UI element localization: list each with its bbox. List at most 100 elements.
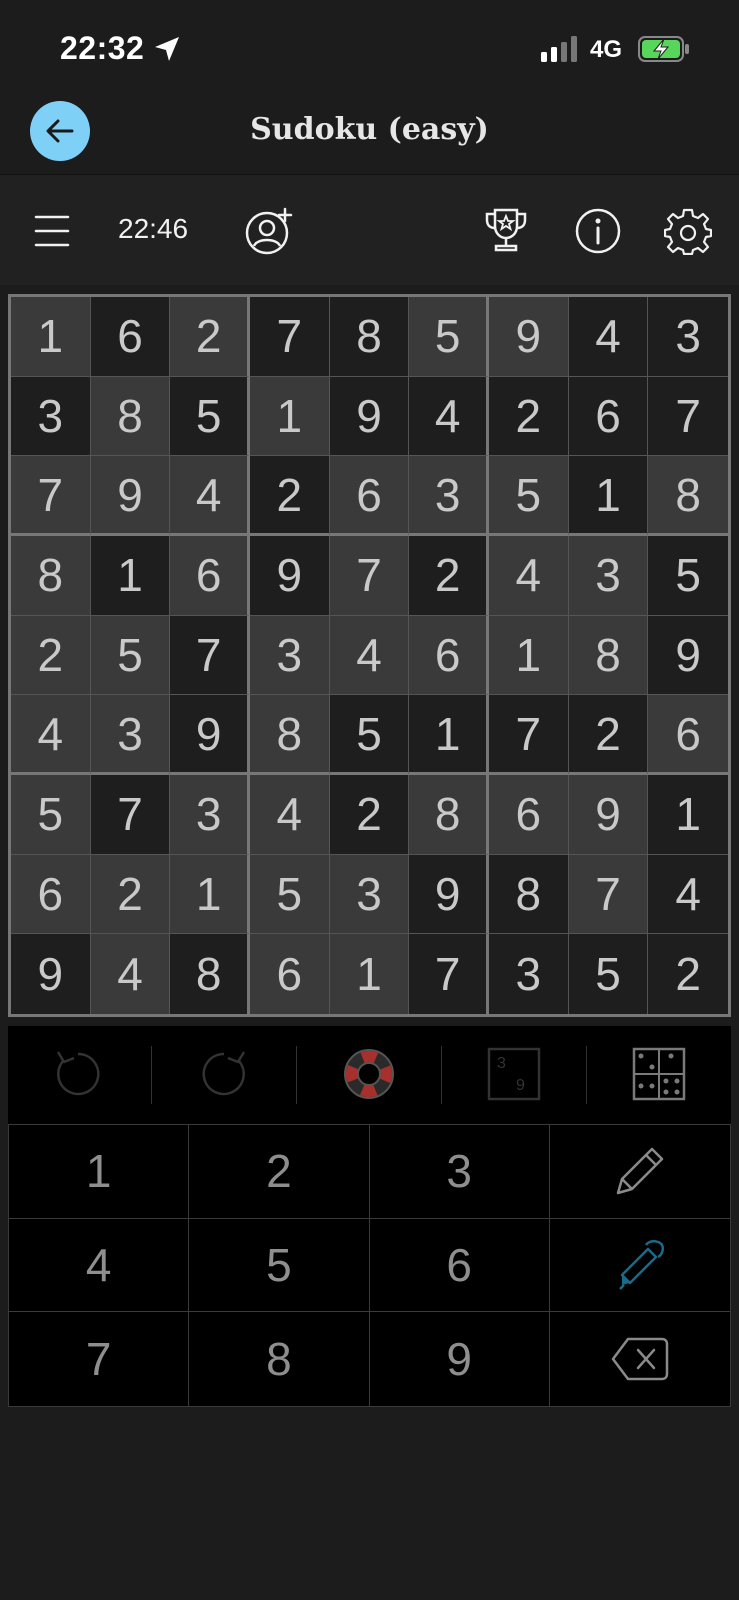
sudoku-cell-r1c4[interactable]: 7 (249, 297, 330, 377)
sudoku-cell-r7c8[interactable]: 9 (568, 774, 649, 855)
settings-button[interactable] (662, 205, 714, 257)
key-3[interactable]: 3 (369, 1125, 550, 1219)
info-button[interactable] (572, 205, 624, 257)
sudoku-cell-r1c7[interactable]: 9 (488, 297, 569, 377)
sudoku-cell-r9c4[interactable]: 6 (249, 934, 330, 1014)
sudoku-cell-r4c4[interactable]: 9 (249, 535, 330, 616)
sudoku-cell-r1c2[interactable]: 6 (90, 297, 171, 377)
sudoku-cell-r6c1[interactable]: 4 (11, 695, 91, 775)
erase-button[interactable] (550, 1312, 730, 1406)
key-5[interactable]: 5 (189, 1218, 370, 1313)
sudoku-cell-r2c4[interactable]: 1 (249, 376, 330, 457)
sudoku-cell-r4c2[interactable]: 1 (90, 535, 171, 616)
sudoku-cell-r7c4[interactable]: 4 (249, 774, 330, 855)
sudoku-cell-r5c8[interactable]: 8 (568, 615, 649, 696)
sudoku-cell-r5c3[interactable]: 7 (170, 615, 250, 696)
sudoku-cell-r7c3[interactable]: 3 (170, 774, 250, 855)
sudoku-cell-r3c1[interactable]: 7 (11, 456, 91, 536)
sudoku-cell-r9c2[interactable]: 4 (90, 934, 171, 1014)
sudoku-cell-r8c1[interactable]: 6 (11, 854, 91, 935)
sudoku-cell-r3c2[interactable]: 9 (90, 456, 171, 536)
sudoku-cell-r9c9[interactable]: 2 (648, 934, 728, 1014)
pencil-notes-toggle[interactable]: 3 9 (484, 1044, 544, 1104)
sudoku-cell-r1c6[interactable]: 5 (409, 297, 489, 377)
key-2[interactable]: 2 (189, 1125, 370, 1219)
sudoku-cell-r3c7[interactable]: 5 (488, 456, 569, 536)
sudoku-cell-r2c1[interactable]: 3 (11, 376, 91, 457)
add-friend-button[interactable] (244, 205, 296, 257)
sudoku-cell-r8c9[interactable]: 4 (648, 854, 728, 935)
sudoku-cell-r2c2[interactable]: 8 (90, 376, 171, 457)
sudoku-cell-r6c7[interactable]: 7 (488, 695, 569, 775)
sudoku-cell-r7c6[interactable]: 8 (409, 774, 489, 855)
sudoku-cell-r1c1[interactable]: 1 (11, 297, 91, 377)
sudoku-cell-r6c3[interactable]: 9 (170, 695, 250, 775)
pencil-mode-button[interactable] (549, 1125, 730, 1219)
undo-button[interactable] (48, 1044, 108, 1104)
sudoku-cell-r6c4[interactable]: 8 (249, 695, 330, 775)
sudoku-cell-r8c8[interactable]: 7 (568, 854, 649, 935)
sudoku-cell-r7c9[interactable]: 1 (648, 774, 728, 855)
sudoku-cell-r6c9[interactable]: 6 (648, 695, 728, 775)
redo-button[interactable] (194, 1044, 254, 1104)
sudoku-cell-r8c2[interactable]: 2 (90, 854, 171, 935)
sudoku-cell-r4c7[interactable]: 4 (488, 535, 569, 616)
sudoku-cell-r4c6[interactable]: 2 (409, 535, 489, 616)
sudoku-cell-r3c6[interactable]: 3 (409, 456, 489, 536)
sudoku-cell-r7c7[interactable]: 6 (488, 774, 569, 855)
sudoku-cell-r3c9[interactable]: 8 (648, 456, 728, 536)
sudoku-cell-r8c4[interactable]: 5 (249, 854, 330, 935)
sudoku-cell-r7c5[interactable]: 2 (329, 774, 410, 855)
sudoku-cell-r8c7[interactable]: 8 (488, 854, 569, 935)
sudoku-cell-r9c1[interactable]: 9 (11, 934, 91, 1014)
menu-button[interactable] (26, 205, 78, 257)
sudoku-cell-r2c7[interactable]: 2 (488, 376, 569, 457)
sudoku-cell-r3c3[interactable]: 4 (170, 456, 250, 536)
sudoku-cell-r3c5[interactable]: 6 (329, 456, 410, 536)
pen-mode-button[interactable] (549, 1219, 730, 1313)
hint-button[interactable] (339, 1044, 399, 1104)
sudoku-cell-r1c9[interactable]: 3 (648, 297, 728, 377)
sudoku-cell-r5c4[interactable]: 3 (249, 615, 330, 696)
sudoku-cell-r4c1[interactable]: 8 (11, 535, 91, 616)
sudoku-cell-r2c5[interactable]: 9 (329, 376, 410, 457)
sudoku-cell-r8c3[interactable]: 1 (170, 854, 250, 935)
key-9[interactable]: 9 (370, 1312, 550, 1406)
sudoku-cell-r6c5[interactable]: 5 (329, 695, 410, 775)
sudoku-cell-r6c6[interactable]: 1 (409, 695, 489, 775)
sudoku-cell-r3c8[interactable]: 1 (568, 456, 649, 536)
key-8[interactable]: 8 (189, 1312, 370, 1406)
sudoku-cell-r6c2[interactable]: 3 (90, 695, 171, 775)
sudoku-cell-r2c8[interactable]: 6 (568, 376, 649, 457)
key-4[interactable]: 4 (9, 1218, 190, 1313)
sudoku-cell-r5c7[interactable]: 1 (488, 615, 569, 696)
sudoku-cell-r9c6[interactable]: 7 (409, 934, 489, 1014)
sudoku-cell-r1c5[interactable]: 8 (329, 297, 410, 377)
layout-button[interactable] (629, 1044, 689, 1104)
sudoku-cell-r9c7[interactable]: 3 (488, 934, 569, 1014)
sudoku-cell-r2c9[interactable]: 7 (648, 376, 728, 457)
sudoku-cell-r4c3[interactable]: 6 (170, 535, 250, 616)
sudoku-cell-r8c5[interactable]: 3 (329, 854, 410, 935)
sudoku-cell-r5c2[interactable]: 5 (90, 615, 171, 696)
sudoku-cell-r1c3[interactable]: 2 (170, 297, 250, 377)
sudoku-cell-r3c4[interactable]: 2 (249, 456, 330, 536)
sudoku-cell-r5c1[interactable]: 2 (11, 615, 91, 696)
sudoku-cell-r5c9[interactable]: 9 (648, 615, 728, 696)
sudoku-cell-r7c1[interactable]: 5 (11, 774, 91, 855)
sudoku-cell-r1c8[interactable]: 4 (568, 297, 649, 377)
sudoku-cell-r4c9[interactable]: 5 (648, 535, 728, 616)
key-7[interactable]: 7 (9, 1312, 190, 1406)
sudoku-cell-r4c8[interactable]: 3 (568, 535, 649, 616)
sudoku-cell-r6c8[interactable]: 2 (568, 695, 649, 775)
key-1[interactable]: 1 (9, 1125, 190, 1219)
sudoku-cell-r9c8[interactable]: 5 (568, 934, 649, 1014)
sudoku-cell-r8c6[interactable]: 9 (409, 854, 489, 935)
sudoku-cell-r5c6[interactable]: 6 (409, 615, 489, 696)
sudoku-cell-r4c5[interactable]: 7 (329, 535, 410, 616)
leaderboard-button[interactable] (480, 205, 532, 257)
sudoku-cell-r5c5[interactable]: 4 (329, 615, 410, 696)
sudoku-cell-r9c3[interactable]: 8 (170, 934, 250, 1014)
sudoku-cell-r9c5[interactable]: 1 (329, 934, 410, 1014)
sudoku-cell-r7c2[interactable]: 7 (90, 774, 171, 855)
